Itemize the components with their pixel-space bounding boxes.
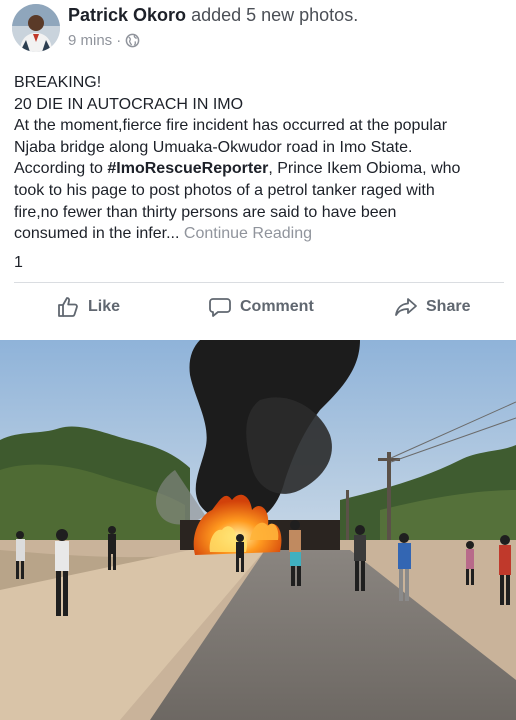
body-text: According to	[14, 160, 108, 178]
post-body-line: took to his page to post photos of a pet…	[14, 181, 435, 199]
comment-bubble-icon	[209, 298, 231, 317]
body-text: , Prince Ikem Obioma, who	[268, 160, 461, 178]
post-body-line: At the moment,fierce fire incident has o…	[14, 117, 448, 135]
post-body-line: fire,no fewer than thirty persons are sa…	[14, 203, 397, 221]
avatar-image	[12, 4, 60, 52]
post-headline: BREAKING!	[14, 74, 102, 91]
thumbs-up-icon	[58, 297, 78, 317]
post-action-text: added 5 new photos.	[191, 5, 359, 25]
action-bar: Like Comment Share	[0, 288, 516, 326]
meta-separator: ·	[116, 32, 122, 49]
divider	[14, 282, 504, 283]
share-button[interactable]: Share	[394, 288, 470, 326]
post-time[interactable]: 9 mins	[68, 32, 112, 49]
post-body-line: consumed in the infer... Continue Readin…	[14, 223, 506, 245]
reaction-count[interactable]: 1	[14, 254, 23, 272]
like-button[interactable]: Like	[56, 288, 120, 326]
post-text: BREAKING! 20 DIE IN AUTOCRACH IN IMO At …	[14, 72, 506, 245]
author-name[interactable]: Patrick Okoro	[68, 5, 186, 25]
body-text: consumed in the infer...	[14, 225, 180, 243]
hashtag-link[interactable]: #ImoRescueReporter	[107, 160, 268, 177]
post-photo[interactable]	[0, 340, 516, 720]
like-label: Like	[88, 298, 121, 315]
post-body-line: According to #ImoRescueReporter, Prince …	[14, 158, 506, 180]
post-subheadline: 20 DIE IN AUTOCRACH IN IMO	[14, 95, 244, 113]
tanker-fire-photo	[0, 340, 516, 720]
globe-icon	[125, 33, 140, 48]
avatar[interactable]	[12, 4, 60, 52]
continue-reading-link[interactable]: Continue Reading	[184, 225, 312, 242]
author-line: Patrick Okoro added 5 new photos.	[68, 5, 358, 26]
comment-label: Comment	[240, 298, 314, 315]
post-body-line: Njaba bridge along Umuaka-Okwudor road i…	[14, 138, 413, 156]
share-arrow-icon	[395, 298, 417, 316]
comment-button[interactable]: Comment	[208, 288, 314, 326]
share-label: Share	[426, 298, 471, 315]
post-meta: 9 mins ·	[68, 32, 140, 49]
post-header: Patrick Okoro added 5 new photos. 9 mins…	[0, 0, 516, 60]
